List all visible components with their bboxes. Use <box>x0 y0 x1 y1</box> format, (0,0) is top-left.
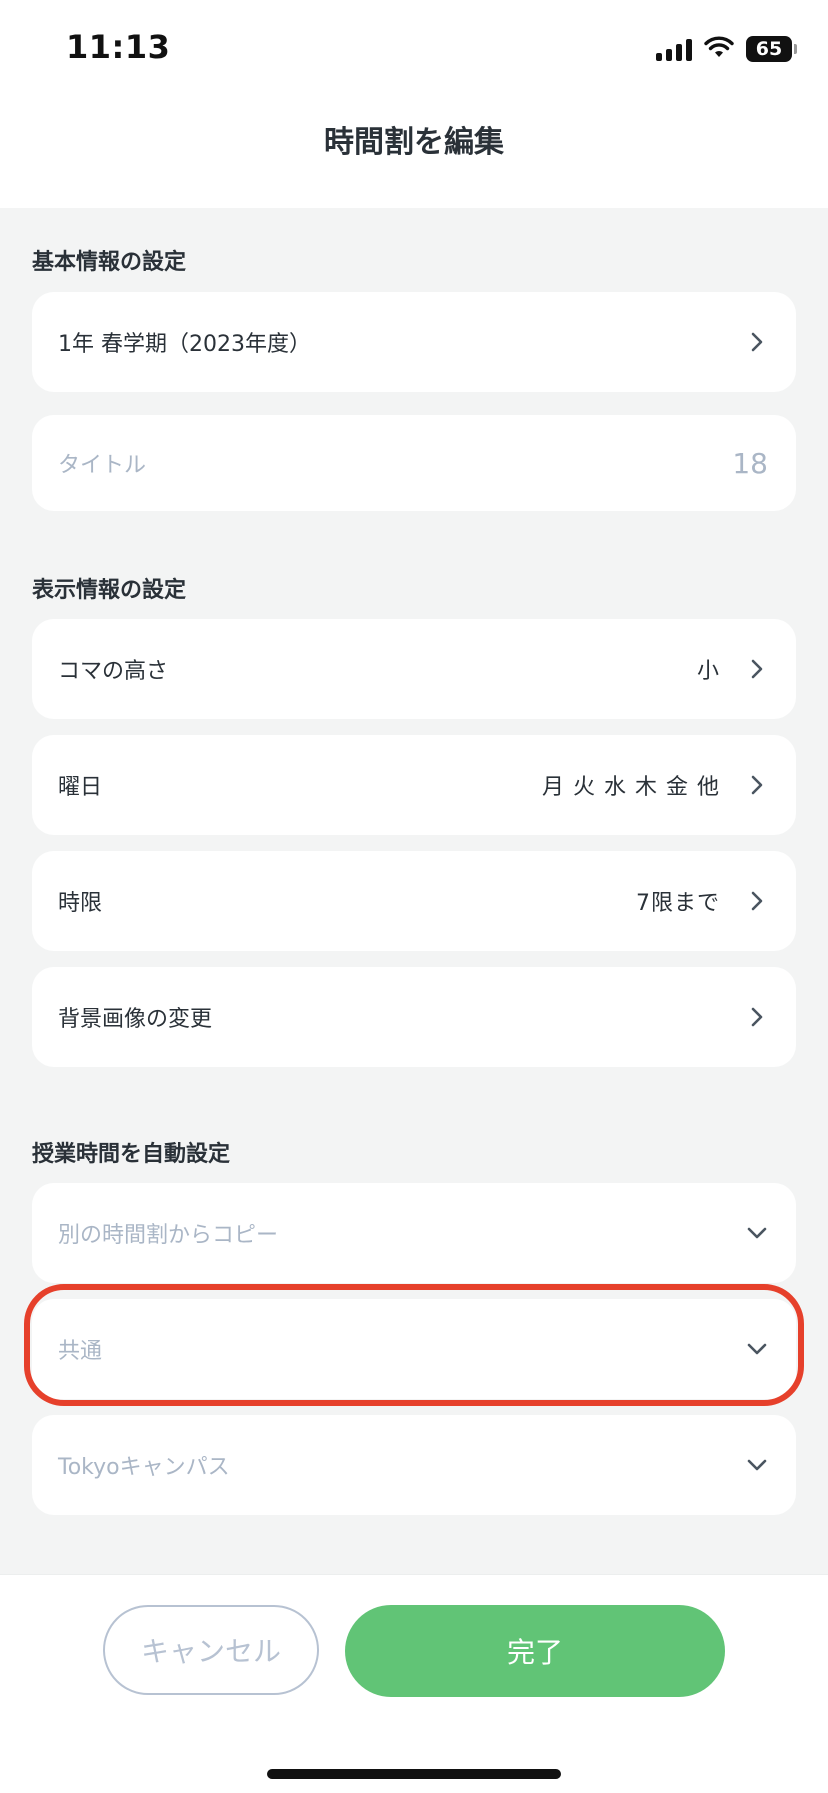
cellular-signal-icon <box>656 37 692 61</box>
status-time: 11:13 <box>66 28 171 66</box>
period-label: 時限 <box>58 891 103 916</box>
weekday-row[interactable]: 曜日 月 火 水 木 金 他 <box>32 735 796 835</box>
chevron-right-icon <box>746 1006 768 1028</box>
copy-from-timetable-label: 別の時間割からコピー <box>58 1223 279 1248</box>
status-icons: 65 <box>656 34 797 64</box>
cancel-button[interactable]: キャンセル <box>103 1605 319 1695</box>
chevron-down-icon <box>746 1222 768 1244</box>
period-row[interactable]: 時限 7限まで <box>32 851 796 951</box>
cell-height-row[interactable]: コマの高さ 小 <box>32 619 796 719</box>
title-input[interactable]: タイトル <box>58 447 732 479</box>
bottom-action-bar: キャンセル 完了 <box>0 1574 828 1793</box>
copy-from-timetable-dropdown[interactable]: 別の時間割からコピー <box>32 1183 796 1283</box>
section-title-auto: 授業時間を自動設定 <box>32 1142 231 1167</box>
title-input-row[interactable]: タイトル 18 <box>32 415 796 511</box>
section-title-display: 表示情報の設定 <box>32 578 187 603</box>
chevron-right-icon <box>746 658 768 680</box>
wifi-icon <box>704 35 734 63</box>
term-label: 1年 春学期（2023年度） <box>58 332 311 357</box>
home-indicator[interactable] <box>267 1769 561 1779</box>
weekday-value: 月 火 水 木 金 他 <box>542 775 720 800</box>
done-button[interactable]: 完了 <box>345 1605 725 1697</box>
page-title: 時間割を編集 <box>324 125 504 160</box>
period-value: 7限まで <box>636 891 720 916</box>
cell-height-value: 小 <box>696 659 720 684</box>
nav-bar: 時間割を編集 <box>0 100 828 208</box>
highlight-outline <box>24 1284 804 1406</box>
chevron-right-icon <box>746 331 768 353</box>
cell-height-label: コマの高さ <box>58 659 169 684</box>
chevron-down-icon <box>746 1454 768 1476</box>
section-title-basic: 基本情報の設定 <box>32 250 187 275</box>
status-bar: 11:13 65 <box>0 0 828 100</box>
weekday-label: 曜日 <box>58 775 103 800</box>
battery-icon: 65 <box>746 36 797 62</box>
campus-dropdown-label: Tokyoキャンパス <box>58 1455 230 1480</box>
background-image-label: 背景画像の変更 <box>58 1007 213 1032</box>
chevron-right-icon <box>746 774 768 796</box>
title-char-count: 18 <box>732 446 768 480</box>
background-image-row[interactable]: 背景画像の変更 <box>32 967 796 1067</box>
term-selector-row[interactable]: 1年 春学期（2023年度） <box>32 292 796 392</box>
chevron-right-icon <box>746 890 768 912</box>
campus-dropdown[interactable]: Tokyoキャンパス <box>32 1415 796 1515</box>
